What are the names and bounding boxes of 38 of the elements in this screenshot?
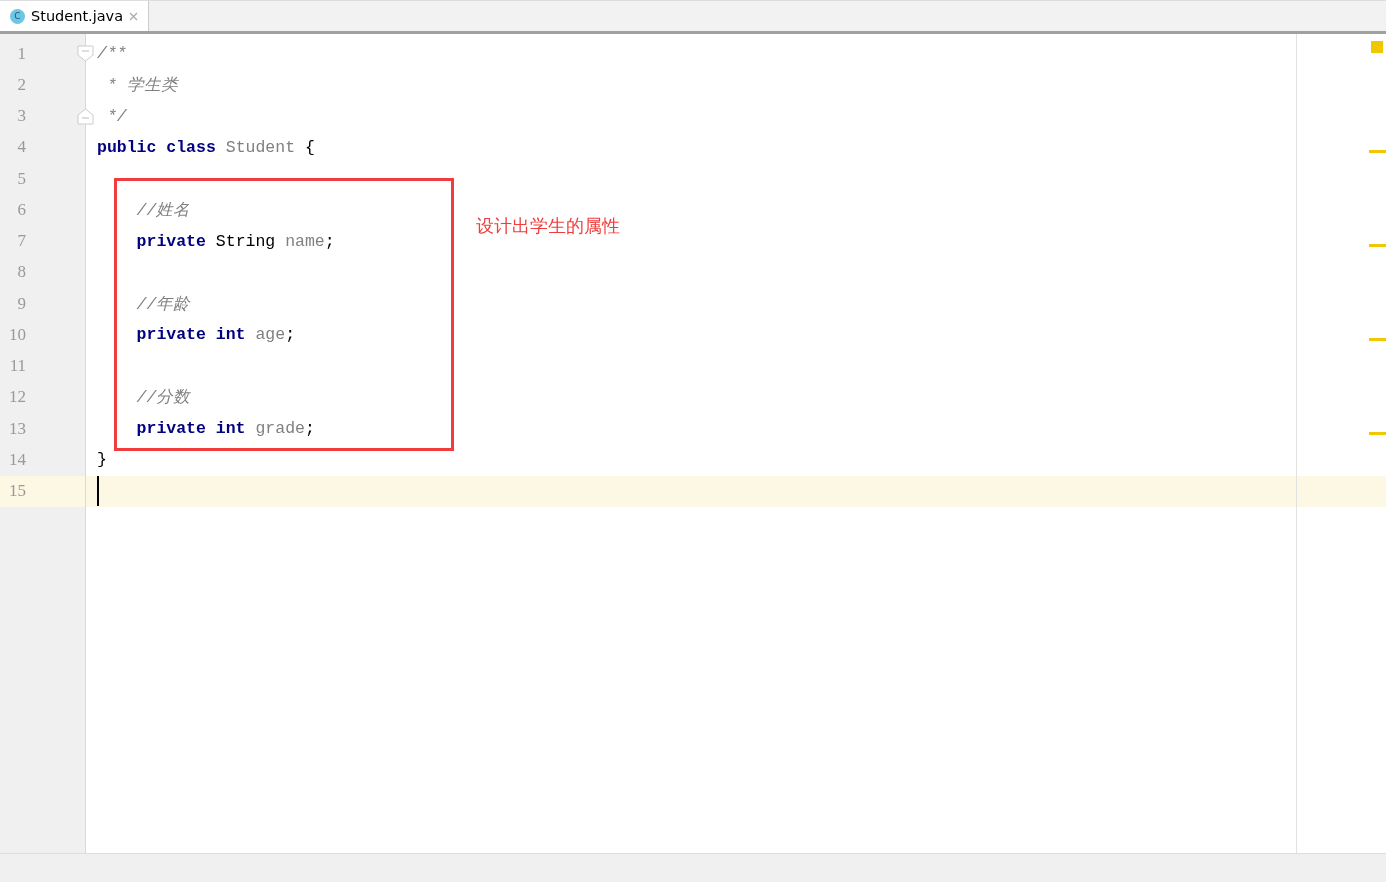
fold-icon[interactable] — [77, 107, 94, 125]
warning-marker[interactable] — [1369, 244, 1386, 248]
line-number: 11 — [8, 356, 26, 377]
file-tab[interactable]: C Student.java — [0, 1, 150, 31]
class-icon: C — [10, 8, 25, 24]
inspection-status-icon[interactable] — [1371, 41, 1383, 53]
line-number: 4 — [16, 137, 26, 158]
line-number: 6 — [16, 199, 26, 220]
line-number: 2 — [16, 74, 26, 95]
line-number: 15 — [8, 481, 26, 502]
warning-marker[interactable] — [1369, 431, 1386, 435]
line-number: 7 — [16, 231, 26, 252]
code-line: //分数 — [135, 387, 191, 409]
fold-icon[interactable] — [77, 45, 94, 62]
code-line: } — [97, 450, 107, 470]
code-line: public class Student { — [97, 137, 315, 157]
warning-marker[interactable] — [1369, 150, 1386, 154]
text-caret — [97, 476, 99, 507]
line-number: 9 — [16, 293, 26, 314]
line-number: 1 — [16, 43, 26, 64]
line-number: 12 — [8, 387, 26, 408]
code-line: //姓名 — [135, 199, 191, 221]
line-number: 14 — [8, 449, 26, 470]
code-line: * 学生类 — [105, 74, 178, 96]
code-line: private int grade; — [135, 419, 315, 439]
code-line: private int age; — [135, 325, 296, 345]
close-icon[interactable] — [129, 11, 139, 21]
line-number: 10 — [8, 324, 26, 345]
annotation-text: 设计出学生的属性 — [476, 214, 620, 238]
line-number: 8 — [16, 262, 26, 283]
code-line: */ — [105, 106, 127, 126]
line-number: 5 — [16, 168, 26, 189]
line-number: 13 — [8, 418, 26, 439]
code-line: /** — [97, 44, 127, 64]
line-number: 3 — [16, 106, 26, 127]
code-line: private String name; — [135, 231, 335, 251]
code-line: //年龄 — [135, 293, 191, 315]
warning-marker[interactable] — [1369, 337, 1386, 341]
